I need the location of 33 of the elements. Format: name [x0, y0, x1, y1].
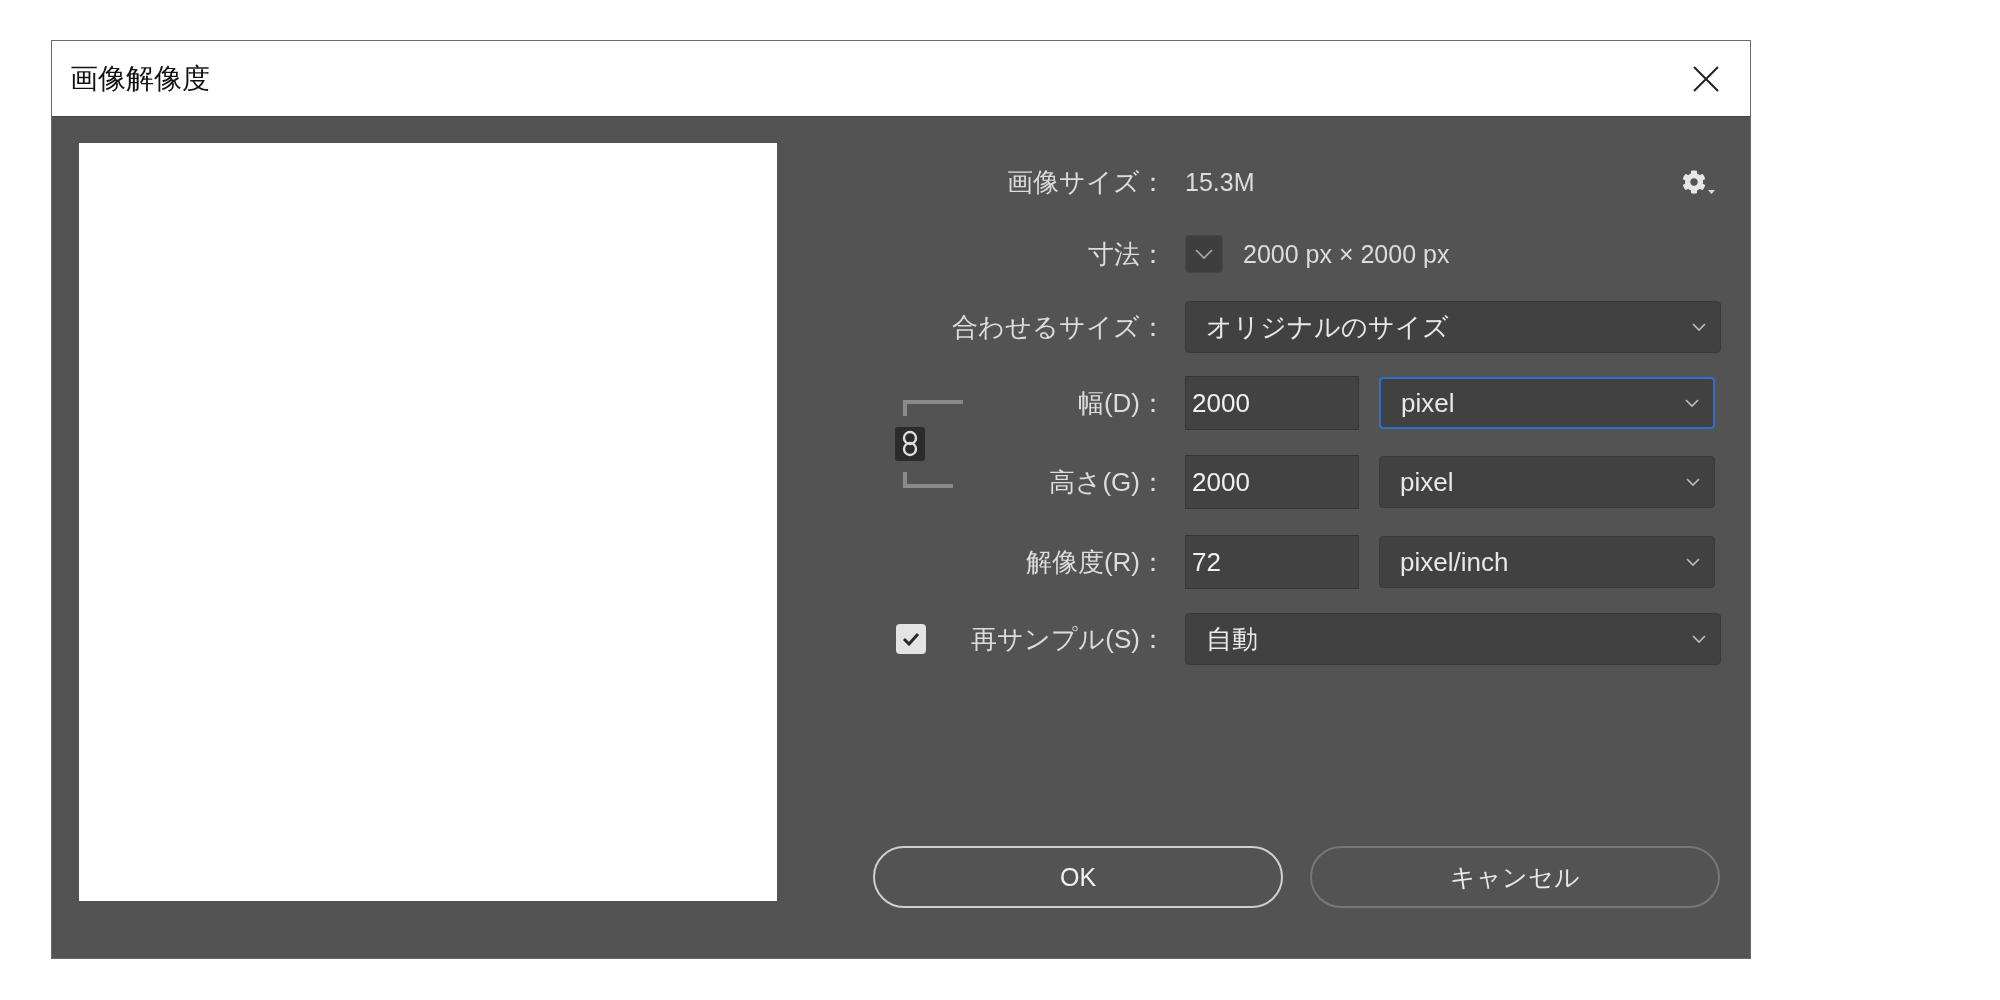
unit-dropdown[interactable]: pixel [1379, 377, 1715, 429]
field-label: 寸法： [1087, 237, 1166, 271]
chevron-down-icon [1686, 477, 1700, 487]
image-size-value: 15.3M [1185, 167, 1255, 197]
chevron-down-icon [1195, 248, 1213, 260]
check-icon [902, 632, 920, 646]
resample-checkbox[interactable] [896, 624, 926, 654]
number-field[interactable]: 2000 [1185, 376, 1359, 430]
expand-toggle[interactable] [1185, 235, 1223, 273]
field-label: 解像度(R)： [1024, 545, 1166, 579]
number-field[interactable]: 72 [1185, 535, 1359, 589]
field-label: 画像サイズ： [1006, 165, 1166, 199]
chevron-down-icon [1692, 634, 1706, 644]
number-field[interactable]: 2000 [1185, 455, 1359, 509]
field-label: 高さ(G)： [1048, 465, 1166, 499]
chevron-down-icon [1685, 398, 1699, 408]
close-icon [1692, 64, 1720, 93]
chevron-down-icon [1686, 557, 1700, 567]
field-label: 再サンプル(S)： [970, 622, 1166, 656]
fit-to-dropdown[interactable]: オリジナルのサイズ [1185, 301, 1721, 353]
dialog-button[interactable]: キャンセル [1310, 846, 1720, 908]
dialog-button[interactable]: OK [873, 846, 1283, 908]
resample-dropdown[interactable]: 自動 [1185, 613, 1721, 665]
unit-dropdown[interactable]: pixel [1379, 456, 1715, 508]
field-label: 合わせるサイズ： [951, 310, 1166, 344]
settings-menu-button[interactable] [1682, 170, 1715, 194]
unit-dropdown[interactable]: pixel/inch [1379, 536, 1715, 588]
field-label: 幅(D)： [1076, 386, 1166, 420]
dimensions-value: 2000 px × 2000 px [1243, 239, 1450, 269]
caret-icon [1708, 190, 1715, 194]
gear-icon [1682, 170, 1706, 194]
chevron-down-icon [1692, 322, 1706, 332]
window-title: 画像解像度 [70, 61, 210, 96]
